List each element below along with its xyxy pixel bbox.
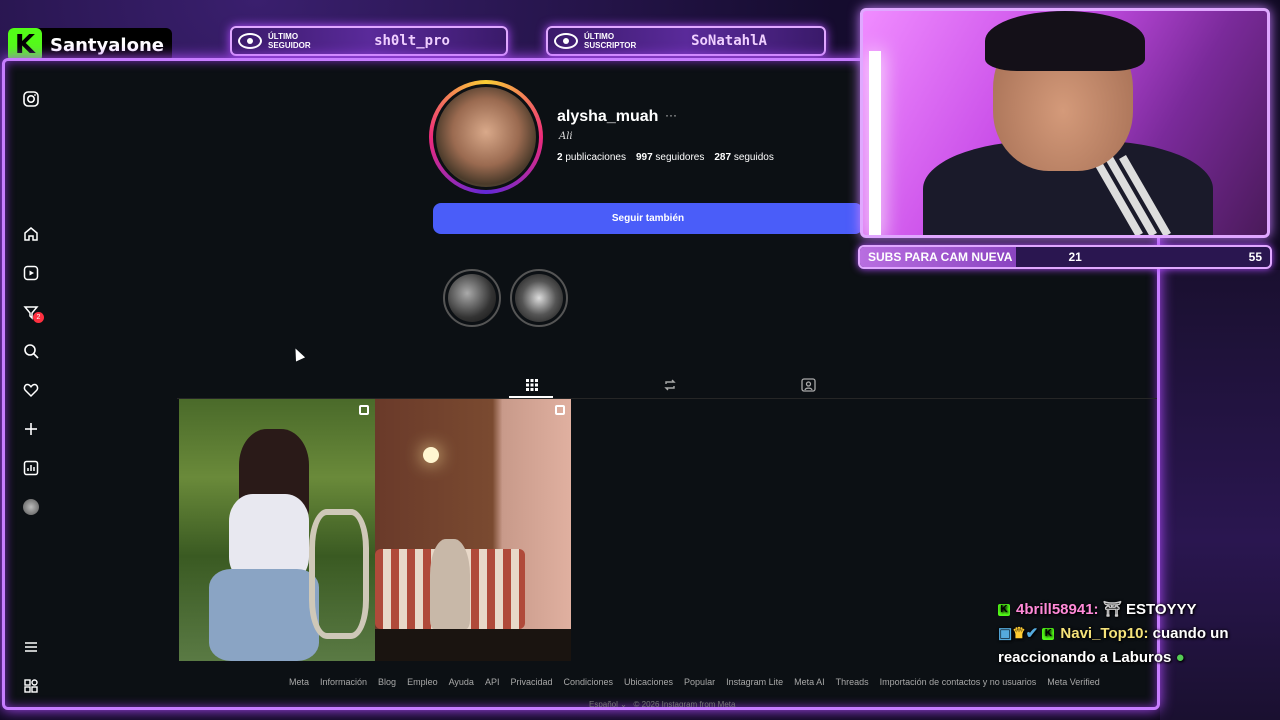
footer-link[interactable]: Meta AI bbox=[794, 677, 825, 687]
footer-link[interactable]: Empleo bbox=[407, 677, 438, 687]
profile-username: alysha_muah bbox=[557, 108, 659, 125]
footer-link[interactable]: Meta Verified bbox=[1047, 677, 1100, 687]
post-thumbnail[interactable] bbox=[179, 399, 375, 661]
messages-icon[interactable]: 2 bbox=[21, 302, 44, 323]
last-follower-badge: ÚLTIMO SEGUIDOR sh0lt_pro bbox=[230, 26, 508, 56]
footer-link[interactable]: Blog bbox=[378, 677, 396, 687]
subs-goal-label: SUBS PARA CAM NUEVA bbox=[868, 250, 1013, 264]
footer-link[interactable]: Importación de contactos y no usuarios bbox=[880, 677, 1037, 687]
channel-tag: K Santyalone bbox=[8, 28, 172, 62]
plus-icon[interactable] bbox=[21, 419, 41, 439]
profile-avatar-large[interactable] bbox=[429, 80, 543, 194]
more-apps-icon[interactable] bbox=[21, 676, 41, 696]
footer-link[interactable]: Instagram Lite bbox=[726, 677, 783, 687]
eye-icon bbox=[554, 33, 578, 49]
search-icon[interactable] bbox=[21, 341, 41, 361]
chat-message: ▣♛✔ K Navi_Top10: cuando un reaccionando … bbox=[998, 625, 1229, 666]
last-subscriber-name: SoNatahlA bbox=[691, 33, 767, 49]
pepe-emote-icon: ● bbox=[1175, 649, 1185, 666]
footer-link[interactable]: Threads bbox=[836, 677, 869, 687]
stream-overlay: K Santyalone ÚLTIMO SEGUIDOR sh0lt_pro Ú… bbox=[0, 0, 1280, 720]
webcam-feed bbox=[860, 8, 1270, 238]
mouse-cursor bbox=[290, 346, 306, 362]
subs-goal-target: 55 bbox=[1248, 250, 1262, 264]
footer-link[interactable]: Privacidad bbox=[510, 677, 552, 687]
profile-stats: 2 publicaciones 997 seguidores 287 segui… bbox=[557, 152, 774, 163]
reels-icon[interactable] bbox=[21, 263, 41, 283]
followers-stat[interactable]: 997 seguidores bbox=[636, 152, 704, 163]
last-follower-name: sh0lt_pro bbox=[374, 33, 450, 49]
footer-link[interactable]: Información bbox=[320, 677, 367, 687]
instagram-sidebar: 2 bbox=[5, 61, 57, 707]
chat-message: K 4brill58941: ⛩ ESTOYYY bbox=[998, 598, 1268, 622]
footer-link[interactable]: Ayuda bbox=[449, 677, 474, 687]
chat-text: ESTOYYY bbox=[1125, 601, 1197, 618]
home-icon[interactable] bbox=[21, 224, 41, 244]
tagged-icon bbox=[800, 378, 816, 392]
eye-icon bbox=[238, 33, 262, 49]
story-highlight[interactable] bbox=[443, 269, 501, 327]
tab-reposts[interactable] bbox=[655, 373, 685, 397]
tab-posts-grid[interactable] bbox=[517, 373, 547, 397]
carousel-icon bbox=[555, 405, 565, 415]
footer-link[interactable]: Popular bbox=[684, 677, 715, 687]
footer-link[interactable]: Condiciones bbox=[563, 677, 613, 687]
menu-icon[interactable] bbox=[21, 637, 41, 657]
chat-emote-icon: ⛩ bbox=[1102, 601, 1122, 618]
last-subscriber-label: ÚLTIMO SUSCRIPTOR bbox=[584, 32, 637, 50]
subs-goal-current: 21 bbox=[1068, 250, 1082, 264]
chat-badges-icon: ▣ bbox=[998, 625, 1013, 642]
grid-icon bbox=[526, 379, 538, 391]
footer-link[interactable]: API bbox=[485, 677, 500, 687]
kick-badge-icon: K bbox=[998, 604, 1010, 617]
post-thumbnail[interactable] bbox=[375, 399, 571, 661]
last-follower-label: ÚLTIMO SEGUIDOR bbox=[268, 32, 311, 50]
footer-link[interactable]: Meta bbox=[289, 677, 309, 687]
follow-back-button[interactable]: Seguir también bbox=[433, 203, 863, 234]
profile-avatar[interactable] bbox=[21, 497, 41, 517]
last-subscriber-badge: ÚLTIMO SUSCRIPTOR SoNatahlA bbox=[546, 26, 826, 56]
tab-tagged[interactable] bbox=[793, 373, 823, 397]
chat-username: 4brill58941: bbox=[1016, 601, 1099, 618]
messages-badge: 2 bbox=[33, 312, 44, 323]
kick-badge-icon: K bbox=[1042, 628, 1055, 641]
footer-copyright: Español ⌄ © 2026 Instagram from Meta bbox=[589, 700, 736, 709]
subs-goal-bar: SUBS PARA CAM NUEVA 21 55 bbox=[858, 245, 1272, 269]
footer-links: Meta Información Blog Empleo Ayuda API Privaci… bbox=[289, 677, 1100, 687]
profile-full-name: Ali bbox=[559, 131, 573, 142]
story-highlight[interactable] bbox=[510, 269, 568, 327]
carousel-icon bbox=[359, 405, 369, 415]
more-options-icon[interactable]: ··· bbox=[665, 108, 677, 122]
chat-overlay: K 4brill58941: ⛩ ESTOYYY ▣♛✔ K Navi_Top10:… bbox=[998, 598, 1268, 670]
dashboard-icon[interactable] bbox=[21, 458, 41, 478]
reposts-icon bbox=[664, 379, 676, 391]
footer-link[interactable]: Ubicaciones bbox=[624, 677, 673, 687]
posts-stat[interactable]: 2 publicaciones bbox=[557, 152, 626, 163]
following-stat[interactable]: 287 seguidos bbox=[714, 152, 774, 163]
instagram-icon[interactable] bbox=[21, 89, 41, 109]
kick-logo-icon: K bbox=[8, 28, 42, 62]
chat-username: Navi_Top10: bbox=[1060, 625, 1149, 642]
heart-icon[interactable] bbox=[21, 380, 41, 400]
channel-name: Santyalone bbox=[50, 34, 164, 56]
